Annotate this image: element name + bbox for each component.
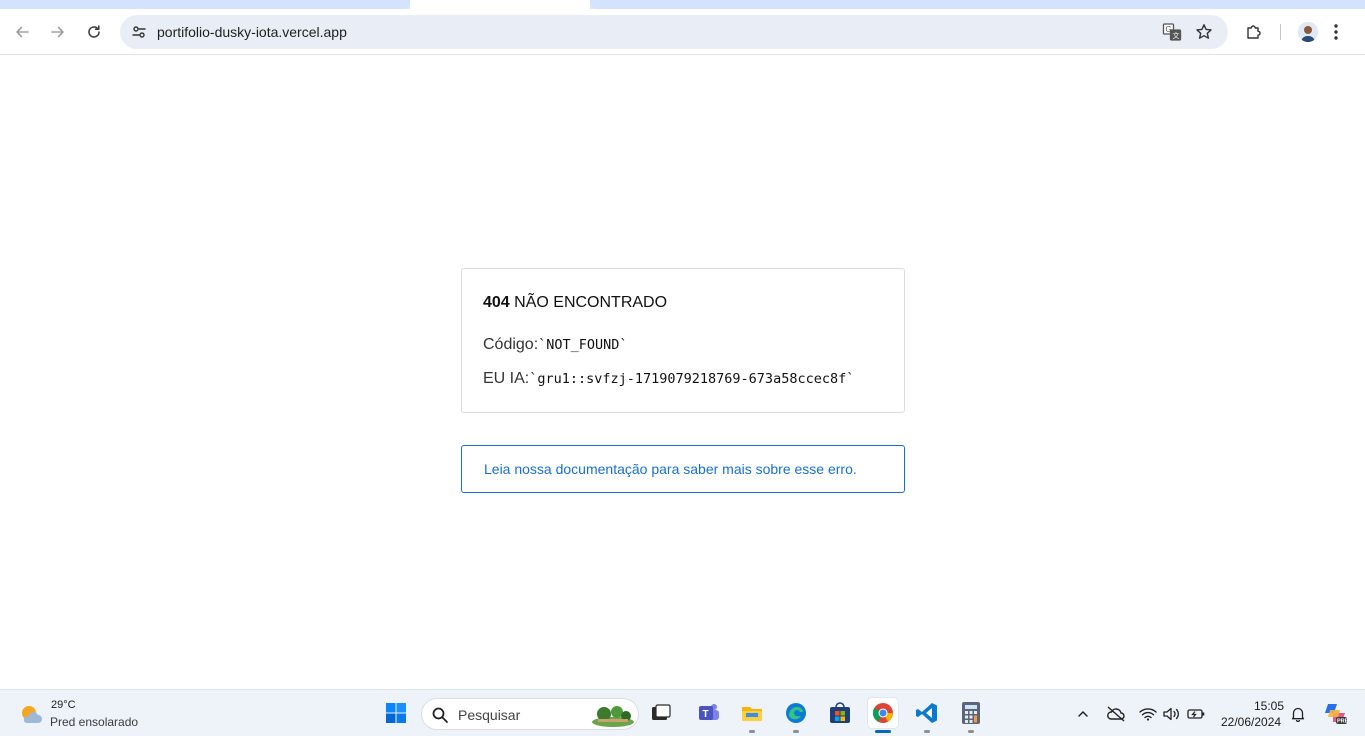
search-highlight-image [592,706,634,727]
toolbar-divider [1280,24,1281,40]
bookmark-button[interactable] [1192,20,1216,44]
svg-text:文: 文 [1173,31,1180,40]
wifi-icon [1139,708,1157,721]
translate-icon: G文 [1162,23,1182,41]
start-button[interactable] [381,698,411,728]
documentation-box: Leia nossa documentação para saber mais … [461,445,905,493]
weather-temperature[interactable]: 29°C [51,699,76,711]
error-id-line: EU IA:`gru1::svfzj-1719079218769-673a58c… [483,370,854,388]
taskbar-app-teams[interactable]: T [694,698,724,728]
tab-inactive[interactable] [0,0,410,9]
translate-button[interactable]: G文 [1160,20,1184,44]
volume-tray-button[interactable] [1162,704,1182,724]
tab-inactive[interactable] [590,0,1365,9]
copilot-button[interactable]: PRE [1322,700,1348,726]
error-code-number: 404 [483,294,510,311]
taskbar-app-task-view[interactable] [646,698,676,728]
address-bar[interactable]: portifolio-dusky-iota.vercel.app G文 [120,15,1228,49]
weather-description[interactable]: Pred ensolarado [50,715,138,729]
volume-icon [1163,707,1179,721]
more-vertical-icon [1334,24,1338,40]
clock-date[interactable]: 22/06/2024 [1221,715,1281,729]
id-value: `gru1::svfzj-1719079218769-673a58ccec8f` [529,371,855,387]
id-label: EU IA: [483,370,530,387]
browser-toolbar: portifolio-dusky-iota.vercel.app G文 [0,9,1365,55]
error-code-text: NÃO ENCONTRADO [514,294,668,311]
task-view-icon [652,704,671,720]
taskbar: 29°C Pred ensolarado Pesquisar T 15:05 2… [0,689,1365,736]
running-indicator [968,730,974,733]
taskbar-app-vscode[interactable] [912,698,942,728]
code-label: Código: [483,336,539,353]
calculator-icon [962,702,980,724]
taskbar-search[interactable]: Pesquisar [421,698,639,730]
svg-text:T: T [703,709,709,720]
taskbar-app-file-explorer[interactable] [737,698,767,728]
bell-icon [1291,707,1305,722]
tune-icon [132,26,146,38]
error-code-line: Código:`NOT_FOUND` [483,336,628,354]
arrow-left-icon [16,26,29,38]
site-info-button[interactable] [126,19,152,45]
wifi-tray-button[interactable] [1138,704,1158,724]
profile-avatar[interactable] [1298,22,1318,42]
running-indicator [749,730,755,733]
notifications-button[interactable] [1288,704,1308,724]
running-indicator [793,730,799,733]
profile-avatar-icon [1298,22,1318,42]
edge-icon [786,703,806,723]
reload-icon [88,25,100,38]
code-value: `NOT_FOUND` [538,337,628,353]
star-icon [1196,24,1212,39]
extensions-button[interactable] [1240,18,1268,46]
battery-charging-icon [1187,709,1205,719]
copilot-icon: PRE [1325,704,1348,725]
taskbar-app-calculator[interactable] [956,698,986,728]
battery-tray-button[interactable] [1186,704,1206,724]
svg-text:PRE: PRE [1337,719,1348,725]
taskbar-app-edge[interactable] [781,698,811,728]
chrome-icon [872,703,894,723]
error-title: 404 NÃO ENCONTRADO [483,294,667,312]
taskbar-app-chrome[interactable] [868,698,898,728]
url-text[interactable]: portifolio-dusky-iota.vercel.app [157,24,347,40]
windows-logo-icon [386,703,406,723]
onedrive-tray-button[interactable] [1106,704,1126,724]
forward-button[interactable] [44,18,72,46]
active-indicator [875,730,891,733]
weather-partly-sunny-icon[interactable] [18,701,44,727]
back-button[interactable] [8,18,36,46]
chevron-up-icon [1078,710,1088,717]
folder-icon [742,707,762,721]
menu-button[interactable] [1322,18,1350,46]
running-indicator [924,730,930,733]
store-icon [830,702,850,723]
taskbar-app-store[interactable] [825,698,855,728]
search-placeholder: Pesquisar [458,707,521,723]
error-card: 404 NÃO ENCONTRADO Código:`NOT_FOUND` EU… [461,268,905,413]
reload-button[interactable] [80,18,108,46]
show-hidden-icons-button[interactable] [1073,704,1093,724]
puzzle-icon [1247,25,1261,39]
search-icon [432,707,448,723]
tab-active[interactable] [410,0,590,9]
vscode-icon [916,703,937,723]
cloud-off-icon [1107,706,1125,722]
tab-strip [0,0,1365,9]
teams-icon: T [699,704,719,720]
arrow-right-icon [51,26,64,38]
documentation-link[interactable]: Leia nossa documentação para saber mais … [484,461,857,477]
clock-time[interactable]: 15:05 [1254,699,1284,713]
